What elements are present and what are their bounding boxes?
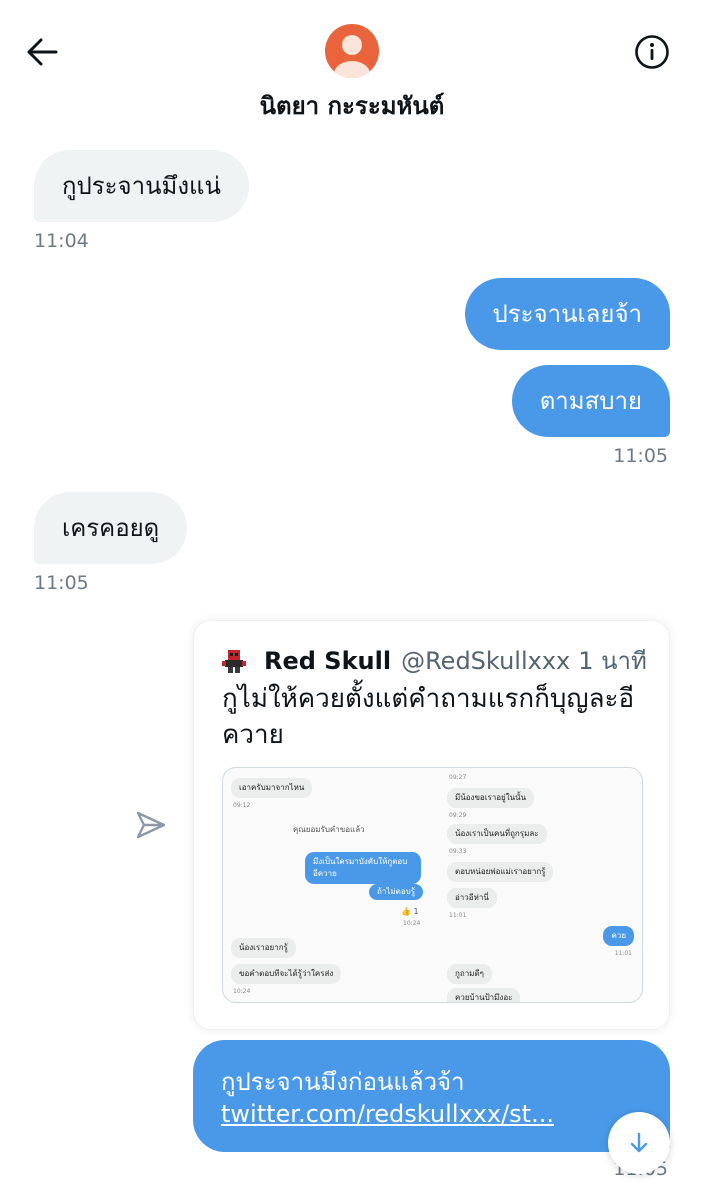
media-chat-time: 11:01 bbox=[614, 950, 632, 957]
media-chat-bubble: มึงเป็นใครมาบังคับให้กูตอบ อีควาย bbox=[305, 852, 421, 884]
media-chat-bubble: มีน้องขอเราอยู่ในนั้น bbox=[447, 788, 535, 808]
media-chat-bubble: น้องเราอยากรู้ bbox=[231, 938, 296, 958]
media-chat-bubble: อ่าวอีห่านี่ bbox=[447, 888, 497, 908]
link-message-text: กูประจานมึงก่อนแล้วจ้า bbox=[221, 1068, 465, 1096]
incoming-message[interactable]: กูประจานมึงแน่ bbox=[34, 150, 249, 222]
tweet-author-name[interactable]: Red Skull bbox=[264, 647, 391, 675]
media-chat-bubble: น้องเราเป็นคนที่ถูกรุมละ bbox=[447, 824, 547, 844]
outgoing-link-message[interactable]: กูประจานมึงก่อนแล้วจ้า twitter.com/redsk… bbox=[193, 1040, 670, 1152]
media-chat-notice: คุณยอมรับคำขอแล้ว bbox=[293, 825, 365, 834]
outgoing-message[interactable]: ประจานเลยจ้า bbox=[464, 278, 670, 350]
media-chat-time: 09:27 bbox=[449, 774, 467, 781]
media-chat-time: 09:29 bbox=[449, 812, 467, 819]
message-timestamp: 11:04 bbox=[34, 230, 89, 252]
media-chat-time: 09:33 bbox=[449, 848, 467, 855]
media-chat-time: 10:24 bbox=[233, 988, 251, 995]
author-avatar bbox=[222, 649, 246, 673]
avatar[interactable] bbox=[325, 24, 379, 78]
arrow-down-icon bbox=[630, 1132, 648, 1153]
conversation-header: นิตยา กะระมหันต์ bbox=[0, 0, 704, 132]
scroll-to-bottom-button[interactable] bbox=[608, 1112, 670, 1174]
tweet-author-handle[interactable]: @RedSkullxxx bbox=[401, 647, 570, 675]
media-chat-bubble: กูถามดีๆ bbox=[447, 964, 492, 984]
tweet-media-image[interactable]: เอาครับมาจากไหน 09:12 คุณยอมรับคำขอแล้ว … bbox=[222, 767, 643, 1003]
tweet-age: 1 นาที bbox=[578, 647, 647, 675]
conversation-info-button[interactable] bbox=[632, 32, 672, 72]
arrow-left-icon bbox=[27, 38, 58, 66]
message-timestamp: 11:05 bbox=[34, 572, 89, 594]
default-avatar-icon bbox=[334, 35, 370, 78]
outgoing-message[interactable]: ตามสบาย bbox=[511, 365, 670, 437]
media-chat-bubble: ถ้าไม่ตอบรู้ bbox=[369, 884, 424, 900]
quoted-tweet-card[interactable]: Red Skull @RedSkullxxx 1 นาที กูไม่ให้คว… bbox=[193, 620, 670, 1030]
tweet-link[interactable]: twitter.com/redskullxxx/st... bbox=[221, 1100, 554, 1128]
tweet-text: กูไม่ให้ควยตั้งแต่คำถามแรกก็บุญละอีควาย bbox=[222, 684, 635, 750]
message-timestamp: 11:05 bbox=[613, 445, 668, 467]
media-chat-time: 11:01 bbox=[449, 912, 467, 919]
media-chat-bubble: ขอคำตอบทีจะได้รู้ว่าใครส่ง bbox=[231, 964, 342, 984]
media-chat-bubble: ตอบหน่อยพ่อแม่เราอยากรู้ bbox=[447, 862, 554, 882]
contact-name[interactable]: นิตยา กะระมหันต์ bbox=[0, 86, 704, 125]
media-chat-reaction: 👍 1 bbox=[401, 907, 419, 916]
red-skull-avatar-icon bbox=[222, 649, 246, 673]
share-button[interactable] bbox=[134, 808, 168, 842]
media-chat-time: 10:24 bbox=[403, 920, 421, 927]
tweet-author-row: Red Skull @RedSkullxxx 1 นาที bbox=[222, 641, 647, 680]
media-chat-bubble: ควย bbox=[603, 926, 634, 946]
back-button[interactable] bbox=[22, 32, 62, 72]
send-icon bbox=[136, 811, 166, 839]
media-chat-bubble: ควยบ้านป้ามึงอะ bbox=[447, 988, 521, 1002]
media-chat-time: 09:12 bbox=[233, 802, 251, 809]
incoming-message[interactable]: เครคอยดู bbox=[34, 492, 188, 564]
media-chat-bubble: เอาครับมาจากไหน bbox=[231, 778, 313, 798]
info-circle-icon bbox=[635, 35, 669, 69]
